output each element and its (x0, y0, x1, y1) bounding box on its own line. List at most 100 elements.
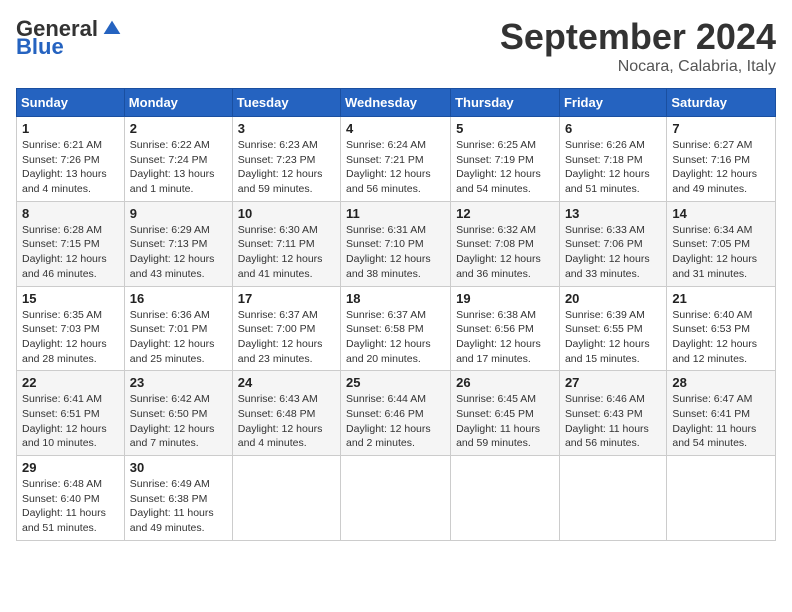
daylight-label: Daylight: 12 hours and 28 minutes. (22, 338, 107, 365)
sunset-label: Sunset: 6:56 PM (456, 323, 534, 335)
day-info: Sunrise: 6:46 AM Sunset: 6:43 PM Dayligh… (565, 392, 661, 451)
sunset-label: Sunset: 6:43 PM (565, 408, 643, 420)
sunset-label: Sunset: 6:46 PM (346, 408, 424, 420)
calendar-row: 29 Sunrise: 6:48 AM Sunset: 6:40 PM Dayl… (17, 456, 776, 541)
day-info: Sunrise: 6:32 AM Sunset: 7:08 PM Dayligh… (456, 223, 554, 282)
sunset-label: Sunset: 7:11 PM (238, 238, 315, 250)
daylight-label: Daylight: 13 hours and 1 minute. (130, 168, 215, 195)
header-sunday: Sunday (17, 89, 125, 117)
daylight-label: Daylight: 12 hours and 41 minutes. (238, 253, 323, 280)
day-number: 30 (130, 460, 227, 475)
day-info: Sunrise: 6:38 AM Sunset: 6:56 PM Dayligh… (456, 308, 554, 367)
daylight-label: Daylight: 11 hours and 54 minutes. (672, 423, 756, 450)
calendar-day: 15 Sunrise: 6:35 AM Sunset: 7:03 PM Dayl… (17, 286, 125, 371)
day-number: 11 (346, 206, 445, 221)
calendar-day: 9 Sunrise: 6:29 AM Sunset: 7:13 PM Dayli… (124, 201, 232, 286)
sunset-label: Sunset: 7:19 PM (456, 154, 534, 166)
calendar-day: 4 Sunrise: 6:24 AM Sunset: 7:21 PM Dayli… (341, 117, 451, 202)
day-number: 28 (672, 375, 770, 390)
month-title: September 2024 (500, 16, 776, 58)
day-number: 3 (238, 121, 335, 136)
day-number: 18 (346, 291, 445, 306)
calendar-row: 8 Sunrise: 6:28 AM Sunset: 7:15 PM Dayli… (17, 201, 776, 286)
day-info: Sunrise: 6:29 AM Sunset: 7:13 PM Dayligh… (130, 223, 227, 282)
sunset-label: Sunset: 6:45 PM (456, 408, 534, 420)
calendar-day: 10 Sunrise: 6:30 AM Sunset: 7:11 PM Dayl… (232, 201, 340, 286)
calendar-day: 27 Sunrise: 6:46 AM Sunset: 6:43 PM Dayl… (559, 371, 666, 456)
day-info: Sunrise: 6:36 AM Sunset: 7:01 PM Dayligh… (130, 308, 227, 367)
calendar-day: 22 Sunrise: 6:41 AM Sunset: 6:51 PM Dayl… (17, 371, 125, 456)
sunrise-label: Sunrise: 6:37 AM (238, 309, 318, 321)
empty-cell (559, 456, 666, 541)
daylight-label: Daylight: 12 hours and 31 minutes. (672, 253, 757, 280)
calendar-day: 3 Sunrise: 6:23 AM Sunset: 7:23 PM Dayli… (232, 117, 340, 202)
sunset-label: Sunset: 7:00 PM (238, 323, 316, 335)
calendar-table: Sunday Monday Tuesday Wednesday Thursday… (16, 88, 776, 541)
sunset-label: Sunset: 6:51 PM (22, 408, 100, 420)
day-info: Sunrise: 6:39 AM Sunset: 6:55 PM Dayligh… (565, 308, 661, 367)
daylight-label: Daylight: 12 hours and 56 minutes. (346, 168, 431, 195)
sunset-label: Sunset: 7:13 PM (130, 238, 208, 250)
empty-cell (232, 456, 340, 541)
day-info: Sunrise: 6:24 AM Sunset: 7:21 PM Dayligh… (346, 138, 445, 197)
calendar-day: 14 Sunrise: 6:34 AM Sunset: 7:05 PM Dayl… (667, 201, 776, 286)
sunrise-label: Sunrise: 6:45 AM (456, 393, 536, 405)
day-number: 8 (22, 206, 119, 221)
day-info: Sunrise: 6:49 AM Sunset: 6:38 PM Dayligh… (130, 477, 227, 536)
day-number: 17 (238, 291, 335, 306)
daylight-label: Daylight: 12 hours and 10 minutes. (22, 423, 107, 450)
calendar-day: 23 Sunrise: 6:42 AM Sunset: 6:50 PM Dayl… (124, 371, 232, 456)
daylight-label: Daylight: 12 hours and 4 minutes. (238, 423, 323, 450)
day-number: 19 (456, 291, 554, 306)
daylight-label: Daylight: 12 hours and 20 minutes. (346, 338, 431, 365)
daylight-label: Daylight: 12 hours and 33 minutes. (565, 253, 650, 280)
sunset-label: Sunset: 7:16 PM (672, 154, 750, 166)
calendar-day: 28 Sunrise: 6:47 AM Sunset: 6:41 PM Dayl… (667, 371, 776, 456)
sunset-label: Sunset: 6:50 PM (130, 408, 208, 420)
calendar-day: 20 Sunrise: 6:39 AM Sunset: 6:55 PM Dayl… (559, 286, 666, 371)
sunrise-label: Sunrise: 6:49 AM (130, 478, 210, 490)
day-info: Sunrise: 6:43 AM Sunset: 6:48 PM Dayligh… (238, 392, 335, 451)
location-title: Nocara, Calabria, Italy (500, 58, 776, 76)
empty-cell (341, 456, 451, 541)
daylight-label: Daylight: 11 hours and 59 minutes. (456, 423, 540, 450)
weekday-header-row: Sunday Monday Tuesday Wednesday Thursday… (17, 89, 776, 117)
daylight-label: Daylight: 12 hours and 38 minutes. (346, 253, 431, 280)
sunset-label: Sunset: 7:26 PM (22, 154, 100, 166)
sunrise-label: Sunrise: 6:25 AM (456, 139, 536, 151)
day-info: Sunrise: 6:33 AM Sunset: 7:06 PM Dayligh… (565, 223, 661, 282)
daylight-label: Daylight: 13 hours and 4 minutes. (22, 168, 107, 195)
sunrise-label: Sunrise: 6:44 AM (346, 393, 426, 405)
day-number: 22 (22, 375, 119, 390)
sunset-label: Sunset: 6:58 PM (346, 323, 424, 335)
calendar-day: 24 Sunrise: 6:43 AM Sunset: 6:48 PM Dayl… (232, 371, 340, 456)
sunrise-label: Sunrise: 6:24 AM (346, 139, 426, 151)
day-info: Sunrise: 6:23 AM Sunset: 7:23 PM Dayligh… (238, 138, 335, 197)
calendar-day: 5 Sunrise: 6:25 AM Sunset: 7:19 PM Dayli… (451, 117, 560, 202)
daylight-label: Daylight: 12 hours and 36 minutes. (456, 253, 541, 280)
sunrise-label: Sunrise: 6:22 AM (130, 139, 210, 151)
calendar-day: 21 Sunrise: 6:40 AM Sunset: 6:53 PM Dayl… (667, 286, 776, 371)
day-info: Sunrise: 6:31 AM Sunset: 7:10 PM Dayligh… (346, 223, 445, 282)
header-tuesday: Tuesday (232, 89, 340, 117)
day-info: Sunrise: 6:21 AM Sunset: 7:26 PM Dayligh… (22, 138, 119, 197)
daylight-label: Daylight: 11 hours and 56 minutes. (565, 423, 649, 450)
day-info: Sunrise: 6:26 AM Sunset: 7:18 PM Dayligh… (565, 138, 661, 197)
sunrise-label: Sunrise: 6:23 AM (238, 139, 318, 151)
daylight-label: Daylight: 11 hours and 51 minutes. (22, 507, 106, 534)
day-number: 9 (130, 206, 227, 221)
sunset-label: Sunset: 7:05 PM (672, 238, 750, 250)
day-number: 7 (672, 121, 770, 136)
header-monday: Monday (124, 89, 232, 117)
sunrise-label: Sunrise: 6:39 AM (565, 309, 645, 321)
daylight-label: Daylight: 12 hours and 46 minutes. (22, 253, 107, 280)
sunrise-label: Sunrise: 6:32 AM (456, 224, 536, 236)
day-info: Sunrise: 6:34 AM Sunset: 7:05 PM Dayligh… (672, 223, 770, 282)
calendar-row: 22 Sunrise: 6:41 AM Sunset: 6:51 PM Dayl… (17, 371, 776, 456)
empty-cell (451, 456, 560, 541)
day-number: 26 (456, 375, 554, 390)
sunrise-label: Sunrise: 6:42 AM (130, 393, 210, 405)
daylight-label: Daylight: 12 hours and 15 minutes. (565, 338, 650, 365)
calendar-day: 29 Sunrise: 6:48 AM Sunset: 6:40 PM Dayl… (17, 456, 125, 541)
sunset-label: Sunset: 7:08 PM (456, 238, 534, 250)
